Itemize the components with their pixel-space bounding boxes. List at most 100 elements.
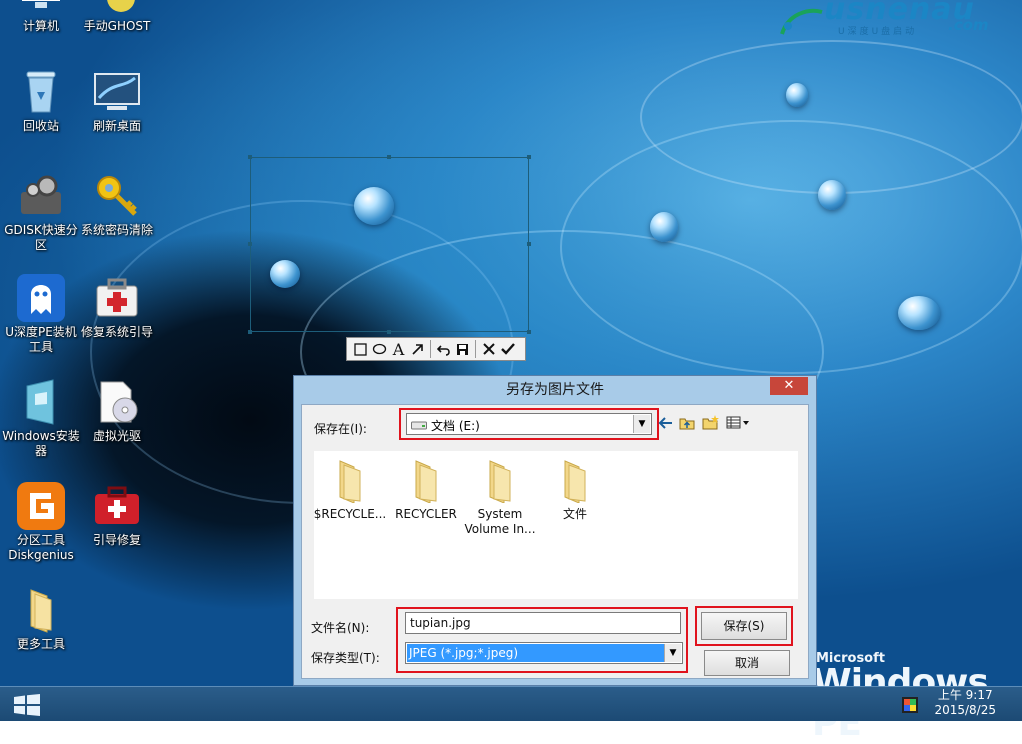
desktop-icon-refresh-desktop[interactable]: 刷新桌面	[78, 68, 156, 134]
logo-subtitle: U深度U盘启动	[838, 27, 918, 37]
water-drop	[898, 296, 940, 330]
desktop-icon-manual-ghost[interactable]: 手动GHOST	[78, 0, 156, 34]
ghost-icon	[93, 0, 141, 16]
save-icon[interactable]	[453, 339, 472, 359]
undo-icon[interactable]	[434, 339, 453, 359]
folder-icon	[559, 459, 591, 504]
cd-drive-icon	[93, 378, 141, 426]
list-item[interactable]: 文件	[535, 459, 615, 522]
desktop-icon-label: 虚拟光驱	[92, 429, 141, 443]
folder-name: RECYCLER	[395, 507, 457, 521]
resize-handle[interactable]	[248, 242, 252, 246]
water-drop	[650, 212, 678, 242]
capture-toolbar: A	[346, 337, 526, 361]
desktop-icon-label: 分区工具Diskgenius	[8, 533, 74, 562]
desktop-icon-diskgenius[interactable]: 分区工具Diskgenius	[2, 482, 80, 563]
new-folder-icon[interactable]	[702, 414, 720, 434]
desktop-icon-label: 系统密码清除	[80, 223, 153, 237]
folder-name: $RECYCLE...	[313, 507, 387, 521]
resize-handle[interactable]	[527, 242, 531, 246]
taskbar: 上午 9:17 2015/8/25	[0, 686, 1022, 721]
toolbar-divider	[475, 340, 476, 358]
desktop-icon-label: 修复系统引导	[80, 325, 153, 339]
file-list: $RECYCLE... RECYCLER System Volume In...…	[314, 451, 798, 599]
desktop-icon-repair-boot[interactable]: 修复系统引导	[78, 274, 156, 340]
list-item[interactable]: System Volume In...	[460, 459, 540, 537]
logo-domain: .com	[948, 16, 989, 34]
highlight-save-button	[695, 606, 793, 646]
filetype-label: 保存类型(T):	[311, 651, 380, 665]
ellipse-icon[interactable]	[370, 339, 389, 359]
resize-handle[interactable]	[248, 155, 252, 159]
clock-time: 上午 9:17	[937, 688, 993, 702]
list-item[interactable]: $RECYCLE...	[310, 459, 390, 522]
ghost-app-icon	[17, 274, 65, 322]
desktop-icon-label: 更多工具	[16, 637, 65, 651]
dialog-body: 保存在(I): 文档 (E:) ▼ $RECYCLE... RECYCLER S…	[301, 404, 809, 679]
usnenau-logo: usnenau U深度U盘启动 .com	[778, 0, 1008, 40]
back-arrow-icon[interactable]	[658, 416, 674, 434]
desktop-icon-windows-installer[interactable]: Windows安装器	[2, 378, 80, 459]
desktop-icon-label: 刷新桌面	[92, 119, 141, 133]
logo-swoosh-icon	[780, 8, 823, 35]
cancel-button[interactable]: 取消	[704, 650, 790, 676]
list-item[interactable]: RECYCLER	[386, 459, 466, 522]
recycle-bin-icon	[17, 68, 65, 116]
view-menu-icon[interactable]	[726, 416, 750, 434]
cancel-icon[interactable]	[479, 339, 498, 359]
diskgenius-icon	[17, 482, 65, 530]
windows-installer-icon	[17, 378, 65, 426]
desktop-icon-recycle-bin[interactable]: 回收站	[2, 68, 80, 134]
desktop-icon-label: 计算机	[22, 19, 59, 33]
folder-icon	[484, 459, 516, 504]
highlight-save-in	[399, 408, 659, 440]
arrow-icon[interactable]	[408, 339, 427, 359]
resize-handle[interactable]	[248, 330, 252, 334]
folder-icon	[334, 459, 366, 504]
folder-name: 文件	[562, 507, 587, 521]
desktop-icon-boot-repair[interactable]: 引导修复	[78, 482, 156, 548]
ripple-decoration	[640, 40, 1022, 194]
gears-icon	[17, 172, 65, 220]
desktop-icon-label: 手动GHOST	[83, 19, 151, 33]
up-folder-icon[interactable]	[679, 416, 695, 434]
key-icon	[93, 172, 141, 220]
desktop-icon-label: U深度PE装机工具	[5, 325, 77, 354]
folder-icon	[17, 586, 65, 634]
desktop-icon-virtual-drive[interactable]: 虚拟光驱	[78, 378, 156, 444]
confirm-icon[interactable]	[498, 339, 517, 359]
monitor-icon	[93, 68, 141, 116]
save-image-dialog: 另存为图片文件 ✕ 保存在(I): 文档 (E:) ▼ $RECYCLE...	[293, 375, 817, 686]
desktop-icon-more-tools[interactable]: 更多工具	[2, 586, 80, 652]
close-button[interactable]: ✕	[770, 377, 808, 395]
resize-handle[interactable]	[527, 155, 531, 159]
toolbar-divider	[430, 340, 431, 358]
save-in-label: 保存在(I):	[314, 422, 367, 436]
filename-label: 文件名(N):	[311, 621, 370, 635]
desktop-icon-computer[interactable]: 计算机	[2, 0, 80, 34]
resize-handle[interactable]	[387, 155, 391, 159]
water-drop	[818, 180, 846, 210]
desktop-icon-label: 引导修复	[92, 533, 141, 547]
taskbar-clock[interactable]: 上午 9:17 2015/8/25	[934, 688, 996, 718]
text-icon[interactable]: A	[389, 339, 408, 359]
resize-handle[interactable]	[387, 330, 391, 334]
windows-logo-icon	[14, 694, 40, 716]
capture-selection-rectangle[interactable]	[248, 155, 531, 334]
first-aid-kit-icon	[93, 274, 141, 322]
toolbox-icon	[93, 482, 141, 530]
color-display-icon[interactable]	[902, 697, 918, 713]
computer-icon	[17, 0, 65, 16]
clock-date: 2015/8/25	[934, 703, 996, 717]
resize-handle[interactable]	[527, 330, 531, 334]
start-button[interactable]	[12, 694, 42, 716]
water-drop	[786, 83, 808, 107]
desktop-icon-label: Windows安装器	[2, 429, 80, 458]
dialog-title: 另存为图片文件	[506, 382, 604, 398]
desktop-icon-password-clear[interactable]: 系统密码清除	[78, 172, 156, 238]
rectangle-icon[interactable]	[351, 339, 370, 359]
desktop-icon-pe-installer[interactable]: U深度PE装机工具	[2, 274, 80, 355]
folder-name: System Volume In...	[464, 507, 536, 536]
desktop-icon-gdisk[interactable]: GDISK快速分区	[2, 172, 80, 253]
highlight-filename-type	[396, 607, 688, 673]
